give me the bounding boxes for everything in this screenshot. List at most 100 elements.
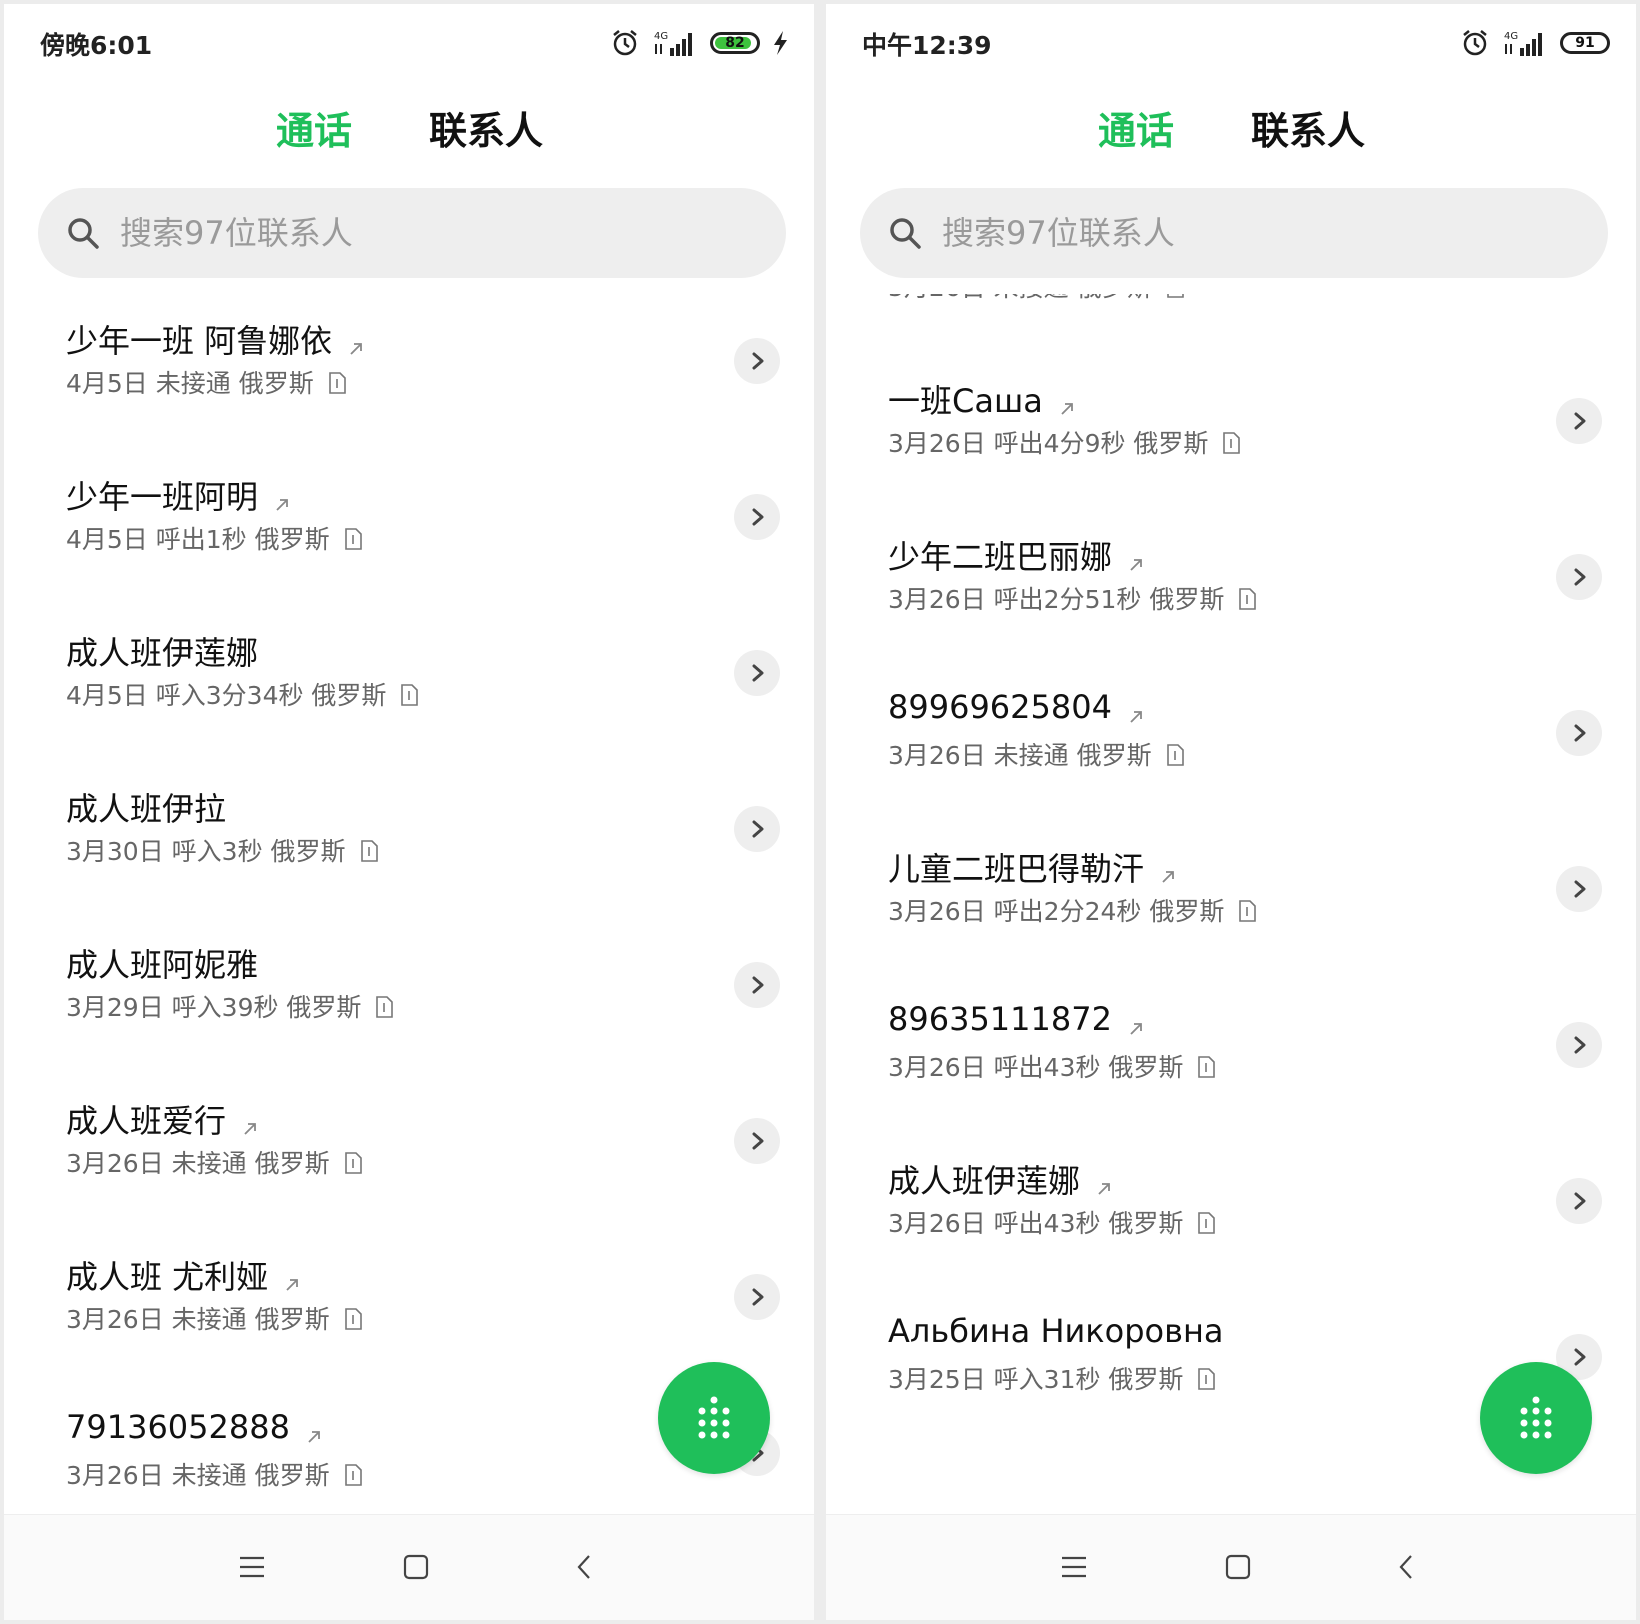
search-bar[interactable] bbox=[38, 188, 786, 278]
call-details-button[interactable] bbox=[1556, 554, 1602, 600]
back-button[interactable] bbox=[564, 1547, 604, 1587]
call-log-row[interactable]: 成人班伊莲娜 3月26日 呼出43秒 俄罗斯 bbox=[826, 1134, 1636, 1290]
call-log-row[interactable]: 3月26日 未接通 俄罗斯 bbox=[826, 294, 1636, 354]
home-icon bbox=[1225, 1554, 1251, 1580]
contact-name-text: 成人班阿妮雅 bbox=[66, 946, 259, 984]
contact-name: 一班Саша bbox=[888, 376, 1077, 422]
menu-button[interactable] bbox=[232, 1547, 272, 1587]
call-detail-text: 3月30日 呼入3秒 俄罗斯 bbox=[66, 837, 346, 866]
search-input[interactable] bbox=[120, 188, 740, 278]
call-detail-text: 3月26日 未接通 俄罗斯 bbox=[888, 741, 1152, 770]
chevron-right-icon bbox=[1568, 1190, 1590, 1212]
tab-contacts[interactable]: 联系人 bbox=[429, 100, 543, 155]
tab-contacts[interactable]: 联系人 bbox=[1251, 100, 1365, 155]
call-log-row[interactable]: 少年一班 阿鲁娜依 4月5日 未接通 俄罗斯 bbox=[4, 294, 814, 450]
call-log-row[interactable]: 儿童二班巴得勒汗 3月26日 呼出2分24秒 俄罗斯 bbox=[826, 822, 1636, 978]
alarm-icon bbox=[1463, 30, 1487, 56]
call-log-row[interactable]: 一班Саша 3月26日 呼出4分9秒 俄罗斯 bbox=[826, 354, 1636, 510]
sim-card-icon bbox=[1197, 1055, 1216, 1078]
call-details-button[interactable] bbox=[1556, 398, 1602, 444]
chevron-right-icon bbox=[1568, 1346, 1590, 1368]
contact-name-text: 儿童二班巴得勒汗 bbox=[888, 850, 1145, 888]
call-details-button[interactable] bbox=[1556, 866, 1602, 912]
contact-name: 成人班伊莲娜 bbox=[888, 1156, 1114, 1202]
sim-card-icon bbox=[1166, 294, 1184, 298]
call-log-row[interactable]: 成人班伊莲娜 4月5日 呼入3分34秒 俄罗斯 bbox=[4, 606, 814, 762]
tab-bar: 通话 联系人 bbox=[4, 100, 814, 160]
call-details-button[interactable] bbox=[734, 650, 780, 696]
call-detail: 3月26日 呼出4分9秒 俄罗斯 bbox=[888, 424, 1241, 460]
sim-card-icon bbox=[360, 839, 378, 862]
contact-name-text: Альбина Никоровна bbox=[888, 1312, 1224, 1350]
sim-card-icon bbox=[1197, 1367, 1216, 1390]
call-detail: 3月25日 呼入31秒 俄罗斯 bbox=[888, 1360, 1216, 1396]
call-log-row[interactable]: 少年一班阿明 4月5日 呼出1秒 俄罗斯 bbox=[4, 450, 814, 606]
navigation-bar bbox=[4, 1514, 814, 1620]
call-detail-text: 3月26日 呼出4分9秒 俄罗斯 bbox=[888, 429, 1209, 458]
call-log-row[interactable]: 成人班爱行 3月26日 未接通 俄罗斯 bbox=[4, 1074, 814, 1230]
search-bar[interactable] bbox=[860, 188, 1608, 278]
call-log-row[interactable]: 89635111872 3月26日 呼出43秒 俄罗斯 bbox=[826, 978, 1636, 1134]
contact-name: 89969625804 bbox=[888, 688, 1146, 726]
chevron-right-icon bbox=[1568, 722, 1590, 744]
search-icon bbox=[890, 218, 921, 249]
outgoing-arrow-icon bbox=[1057, 389, 1077, 415]
contact-name-text: 一班Саша bbox=[888, 382, 1043, 420]
home-icon bbox=[403, 1554, 429, 1580]
call-log-list[interactable]: 少年一班 阿鲁娜依 4月5日 未接通 俄罗斯 少年一班阿明 4月5日 呼出1秒 俄罗斯… bbox=[4, 294, 814, 1514]
call-detail: 3月26日 未接通 俄罗斯 bbox=[66, 1144, 362, 1180]
dialpad-button[interactable] bbox=[658, 1362, 770, 1474]
contact-name: 成人班爱行 bbox=[66, 1096, 260, 1142]
call-detail: 3月26日 呼出2分24秒 俄罗斯 bbox=[888, 892, 1257, 928]
call-detail: 3月30日 呼入3秒 俄罗斯 bbox=[66, 832, 378, 868]
search-input[interactable] bbox=[942, 188, 1562, 278]
dialpad-icon bbox=[1520, 1396, 1552, 1439]
call-details-button[interactable] bbox=[734, 806, 780, 852]
contact-name: 成人班伊莲娜 bbox=[66, 628, 258, 674]
contact-name-text: 少年一班阿明 bbox=[66, 478, 259, 516]
call-details-button[interactable] bbox=[1556, 1178, 1602, 1224]
sim-card-icon bbox=[1238, 899, 1257, 922]
chevron-right-icon bbox=[746, 818, 768, 840]
call-details-button[interactable] bbox=[734, 1274, 780, 1320]
contact-name: 少年二班巴丽娜 bbox=[888, 532, 1146, 578]
call-log-list[interactable]: 3月26日 未接通 俄罗斯一班Саша3月26日 呼出4分9秒 俄罗斯少年二班巴… bbox=[826, 294, 1636, 1514]
outgoing-arrow-icon bbox=[304, 1417, 324, 1443]
sim-card-icon bbox=[344, 1151, 362, 1174]
chevron-right-icon bbox=[746, 350, 768, 372]
dialpad-button[interactable] bbox=[1480, 1362, 1592, 1474]
home-button[interactable] bbox=[1218, 1547, 1258, 1587]
call-details-button[interactable] bbox=[1556, 1022, 1602, 1068]
call-log-row[interactable]: 成人班 尤利娅 3月26日 未接通 俄罗斯 bbox=[4, 1230, 814, 1386]
back-icon bbox=[1399, 1555, 1412, 1579]
call-details-button[interactable] bbox=[734, 338, 780, 384]
outgoing-arrow-icon bbox=[346, 329, 366, 355]
contact-name: 少年一班阿明 bbox=[66, 472, 292, 518]
menu-button[interactable] bbox=[1054, 1547, 1094, 1587]
navigation-bar bbox=[826, 1514, 1636, 1620]
call-log-row[interactable]: 成人班伊拉 3月30日 呼入3秒 俄罗斯 bbox=[4, 762, 814, 918]
svg-text:4G: 4G bbox=[1504, 31, 1518, 42]
call-log-screen-left: 傍晚6:01 4G 82 通话 联系人 少年一班 阿鲁娜依 4月5日 未接通 俄罗… bbox=[4, 4, 814, 1620]
back-button[interactable] bbox=[1386, 1547, 1426, 1587]
call-detail-text: 3月26日 未接通 俄罗斯 bbox=[888, 294, 1152, 304]
contact-name: 成人班 尤利娅 bbox=[66, 1252, 302, 1298]
contact-name: 成人班阿妮雅 bbox=[66, 940, 258, 986]
call-details-button[interactable] bbox=[734, 962, 780, 1008]
tab-calls[interactable]: 通话 bbox=[276, 100, 352, 155]
call-log-row[interactable]: 成人班阿妮雅 3月29日 呼入39秒 俄罗斯 bbox=[4, 918, 814, 1074]
call-log-row[interactable]: 89969625804 3月26日 未接通 俄罗斯 bbox=[826, 666, 1636, 822]
contact-name-text: 成人班伊莲娜 bbox=[66, 634, 259, 672]
call-details-button[interactable] bbox=[1556, 710, 1602, 756]
chevron-right-icon bbox=[746, 1130, 768, 1152]
tab-calls[interactable]: 通话 bbox=[1098, 100, 1174, 155]
call-details-button[interactable] bbox=[734, 494, 780, 540]
status-time: 傍晚6:01 bbox=[40, 31, 153, 60]
call-detail-text: 3月25日 呼入31秒 俄罗斯 bbox=[888, 1365, 1184, 1394]
contact-name-text: 少年二班巴丽娜 bbox=[888, 538, 1113, 576]
search-icon bbox=[68, 218, 99, 249]
call-log-row[interactable]: 少年二班巴丽娜 3月26日 呼出2分51秒 俄罗斯 bbox=[826, 510, 1636, 666]
call-details-button[interactable] bbox=[734, 1118, 780, 1164]
home-button[interactable] bbox=[396, 1547, 436, 1587]
contact-name: 79136052888 bbox=[66, 1408, 324, 1446]
